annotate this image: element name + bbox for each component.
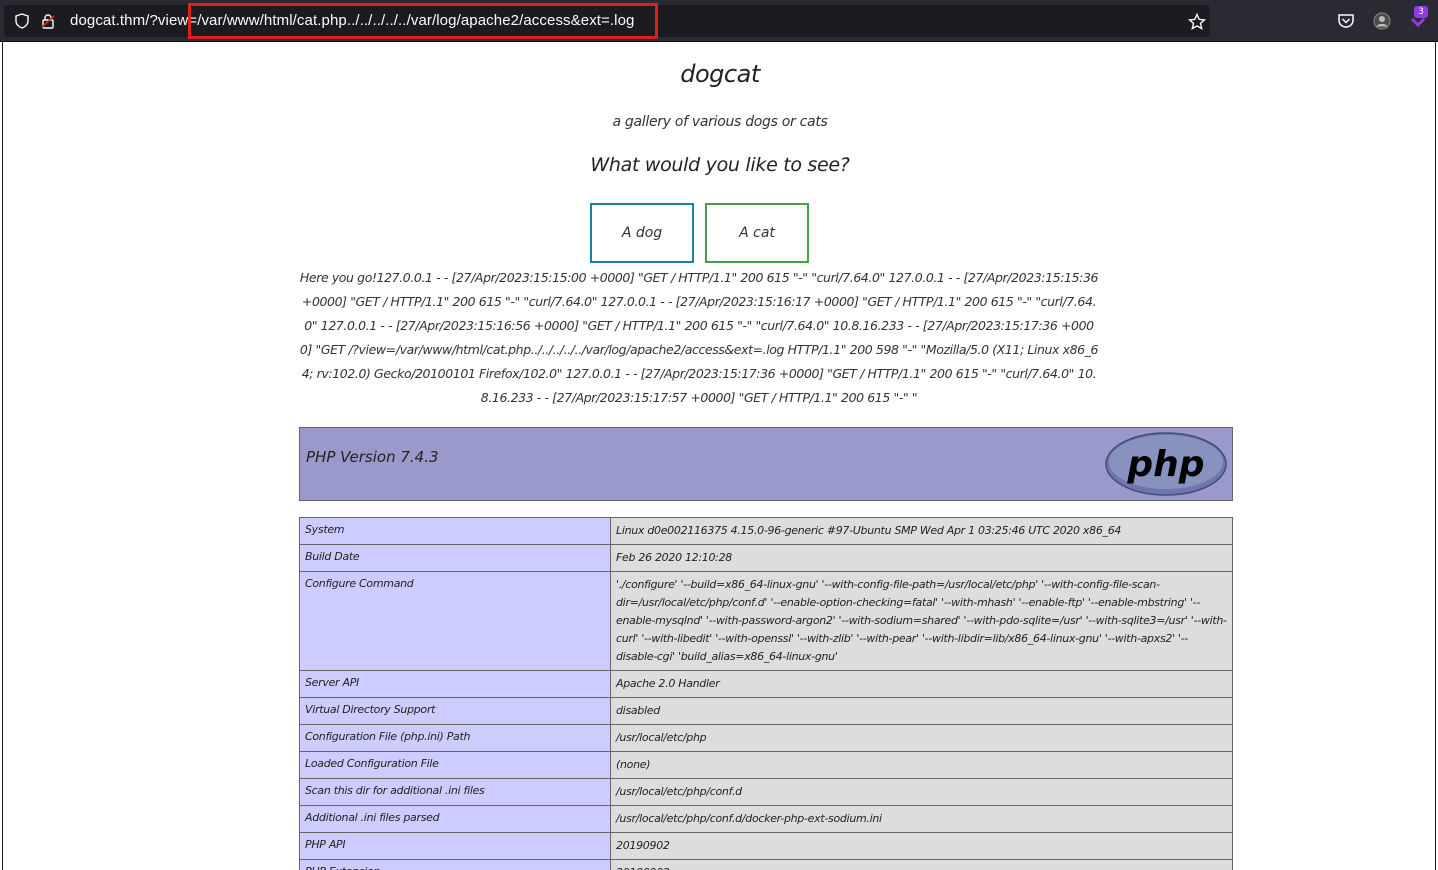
cat-button[interactable]: A cat	[705, 203, 809, 263]
phpinfo-row: System Linux d0e002116375 4.15.0-96-gener…	[299, 517, 1233, 545]
phpinfo-key: Build Date	[299, 544, 611, 572]
phpinfo-row: Configuration File (php.ini) Path/usr/lo…	[299, 724, 1233, 752]
pocket-icon[interactable]	[1336, 11, 1356, 31]
phpinfo-key: PHP API	[299, 832, 611, 860]
phpinfo-row: PHP Extension20190902	[299, 859, 1233, 870]
address-bar[interactable]: dogcat.thm/?view=/var/www/html/cat.php..…	[4, 5, 1210, 37]
phpinfo-key: Virtual Directory Support	[299, 697, 611, 725]
phpinfo-key: Configuration File (php.ini) Path	[299, 724, 611, 752]
insecure-lock-icon[interactable]	[40, 13, 56, 29]
phpinfo-row: Configure Command './configure' '--build=…	[299, 571, 1233, 671]
phpinfo-row: Virtual Directory Support disabled	[299, 697, 1233, 725]
extension-badge: 3	[1414, 6, 1428, 18]
phpinfo-value: Apache 2.0 Handler	[610, 670, 1233, 698]
phpinfo-value: /usr/local/etc/php/conf.d/docker-php-ext…	[610, 805, 1233, 833]
browser-toolbar: dogcat.thm/?view=/var/www/html/cat.php..…	[0, 0, 1438, 42]
included-log-output: Here you go!127.0.0.1 - - [27/Apr/2023:1…	[299, 270, 1099, 405]
php-logo-text: php	[1126, 444, 1204, 485]
url-query-value: =/var/www/html/cat.php../../../../../var…	[188, 12, 635, 29]
phpinfo-row: PHP API 20190902	[299, 832, 1233, 860]
phpinfo-row: Build Date Feb 26 2020 12:10:28	[299, 544, 1233, 572]
phpinfo-value: /usr/local/etc/php	[610, 724, 1233, 752]
phpinfo-value: Feb 26 2020 12:10:28	[610, 544, 1233, 572]
phpinfo-key: Additional .ini files parsed	[299, 805, 611, 833]
phpinfo-row: Loaded Configuration File (none)	[299, 751, 1233, 779]
phpinfo-row: Scan this dir for additional .ini files /…	[299, 778, 1233, 806]
phpinfo-value: (none)	[610, 751, 1233, 779]
phpinfo-row: Additional .ini files parsed/usr/local/e…	[299, 805, 1233, 833]
phpinfo-key: PHP Extension	[299, 859, 611, 870]
phpinfo-table: System Linux d0e002116375 4.15.0-96-gener…	[299, 517, 1233, 870]
phpinfo-value: Linux d0e002116375 4.15.0-96-generic #97…	[610, 517, 1233, 545]
account-avatar-icon[interactable]	[1372, 11, 1392, 31]
dog-button[interactable]: A dog	[590, 203, 694, 263]
phpinfo-row: Server API Apache 2.0 Handler	[299, 670, 1233, 698]
phpinfo-key: Server API	[299, 670, 611, 698]
php-version: PHP Version 7.4.3	[306, 448, 439, 466]
php-logo[interactable]: php	[1105, 432, 1227, 496]
phpinfo-value: './configure' '--build=x86_64-linux-gnu'…	[610, 571, 1233, 671]
url-host: dogcat.thm/?view	[70, 12, 189, 29]
page-content: dogcat a gallery of various dogs or cats…	[2, 42, 1436, 870]
phpinfo-key: System	[299, 517, 611, 545]
phpinfo-key: Configure Command	[299, 571, 611, 671]
url-text[interactable]: dogcat.thm/?view=/var/www/html/cat.php..…	[70, 12, 635, 30]
phpinfo-key: Loaded Configuration File	[299, 751, 611, 779]
site-tagline: a gallery of various dogs or cats	[612, 114, 828, 130]
bookmark-star-icon[interactable]	[1188, 13, 1206, 31]
phpinfo-key: Scan this dir for additional .ini files	[299, 778, 611, 806]
site-title: dogcat	[680, 60, 760, 88]
phpinfo-value: /usr/local/etc/php/conf.d	[610, 778, 1233, 806]
phpinfo-header: PHP Version 7.4.3 php	[299, 427, 1233, 501]
shield-icon[interactable]	[14, 13, 30, 29]
prompt-question: What would you like to see?	[590, 154, 850, 176]
phpinfo-value: disabled	[610, 697, 1233, 725]
phpinfo-value: 20190902	[610, 859, 1233, 870]
phpinfo-value: 20190902	[610, 832, 1233, 860]
